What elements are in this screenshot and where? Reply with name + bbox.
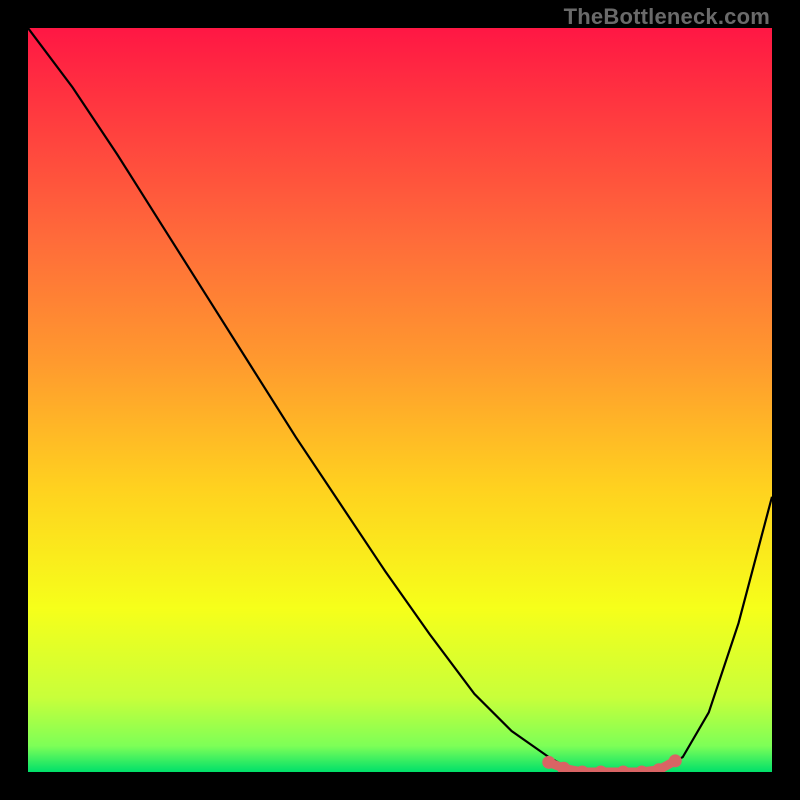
plot-area xyxy=(28,28,772,772)
valley-marker-dot xyxy=(617,766,630,773)
valley-marker-dot xyxy=(669,754,682,767)
chart-stage: TheBottleneck.com xyxy=(0,0,800,800)
valley-marker-dot xyxy=(542,756,555,769)
bottleneck-curve xyxy=(28,28,772,772)
valley-marker-dot xyxy=(576,766,589,773)
valley-marker-dot xyxy=(594,766,607,773)
watermark-text: TheBottleneck.com xyxy=(564,4,770,30)
valley-marker-dot xyxy=(635,766,648,773)
